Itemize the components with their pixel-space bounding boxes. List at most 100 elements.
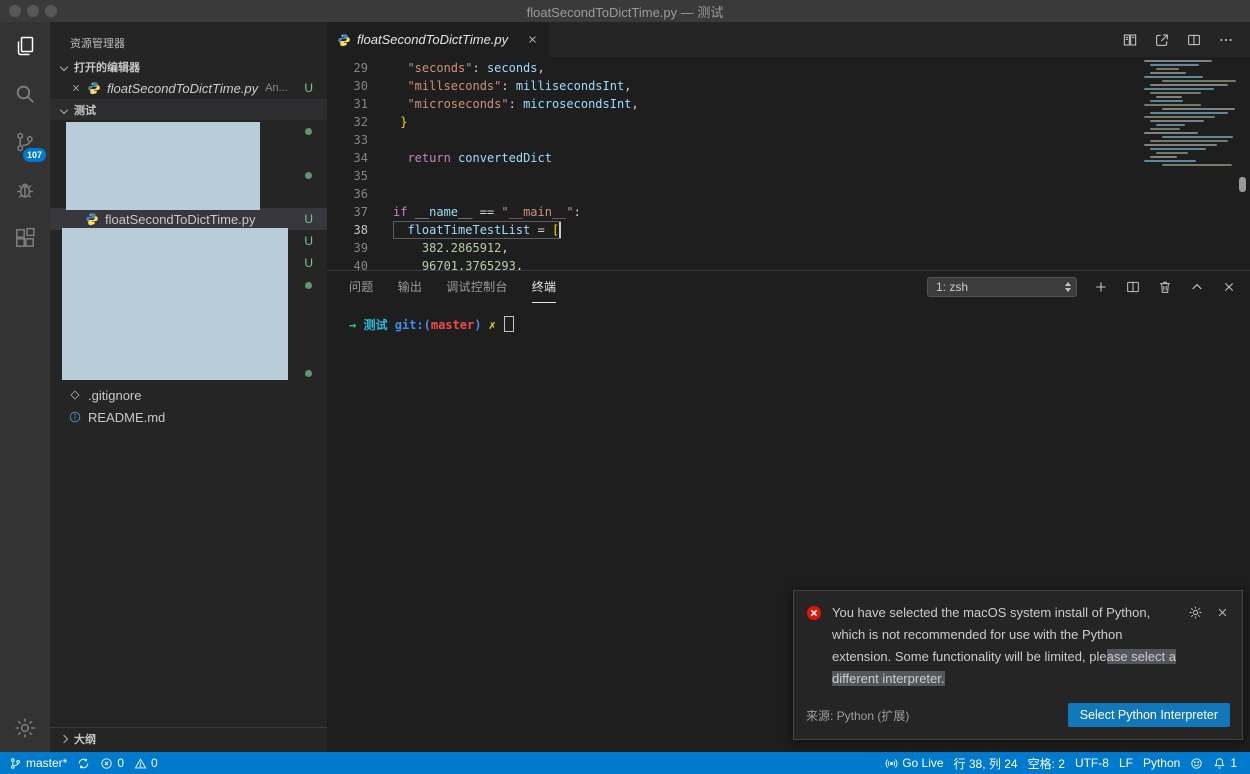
status-cursor-position[interactable]: 行 38, 列 24 bbox=[949, 752, 1023, 774]
status-eol[interactable]: LF bbox=[1114, 752, 1138, 774]
line-number: 39 bbox=[353, 241, 368, 255]
info-icon bbox=[68, 410, 82, 424]
more-actions-icon[interactable] bbox=[1218, 32, 1234, 48]
git-status-untracked: U bbox=[304, 212, 313, 226]
status-go-live[interactable]: Go Live bbox=[880, 752, 948, 774]
terminal-select-value: 1: zsh bbox=[936, 280, 969, 294]
panel-tab-output[interactable]: 输出 bbox=[398, 271, 423, 303]
open-changes-icon[interactable] bbox=[1122, 32, 1138, 48]
status-bar: master* 0 0 Go Live 行 38, 列 24 空格: 2 UTF-8 LF P… bbox=[0, 752, 1250, 774]
prompt-segment: git:( bbox=[394, 318, 431, 332]
files-icon bbox=[13, 34, 37, 58]
activity-search[interactable] bbox=[0, 70, 50, 118]
outline-header[interactable]: 大纲 bbox=[50, 727, 327, 749]
plus-icon[interactable] bbox=[1093, 279, 1109, 295]
diamond-icon bbox=[68, 388, 82, 402]
select-python-interpreter-button[interactable]: Select Python Interpreter bbox=[1067, 703, 1230, 727]
error-icon bbox=[806, 605, 822, 621]
tree-item-floatSecondToDictTime.py[interactable]: floatSecondToDictTime.py U bbox=[50, 208, 327, 230]
notification-message: You have selected the macOS system insta… bbox=[832, 602, 1184, 690]
text-cursor bbox=[559, 222, 561, 238]
chevron-up-icon[interactable] bbox=[1189, 279, 1205, 295]
status-git-branch[interactable]: master* bbox=[4, 752, 72, 774]
warning-icon bbox=[134, 757, 147, 770]
tree-item-.gitignore[interactable]: .gitignore bbox=[50, 384, 327, 406]
notification-close-icon[interactable] bbox=[1215, 605, 1230, 620]
status-label: Go Live bbox=[902, 756, 944, 770]
close-window-button[interactable] bbox=[9, 5, 21, 17]
status-notifications[interactable]: 1 bbox=[1208, 752, 1242, 774]
close-icon[interactable] bbox=[1221, 279, 1237, 295]
tree-item-README.md[interactable]: README.md bbox=[50, 406, 327, 428]
bell-icon bbox=[1213, 757, 1226, 770]
activity-extensions[interactable] bbox=[0, 214, 50, 262]
minimize-window-button[interactable] bbox=[27, 5, 39, 17]
status-label: Python bbox=[1142, 756, 1181, 770]
status-label: 0 bbox=[151, 756, 158, 770]
code-editor[interactable]: 29 "seconds": seconds, 30 "millseconds": … bbox=[327, 57, 1250, 270]
notification-toast: You have selected the macOS system insta… bbox=[793, 590, 1243, 740]
activity-settings[interactable] bbox=[0, 704, 50, 752]
line-number: 29 bbox=[353, 61, 368, 75]
status-feedback[interactable] bbox=[1185, 752, 1208, 774]
activity-source-control[interactable]: 107 bbox=[0, 118, 50, 166]
minimap[interactable] bbox=[1140, 60, 1236, 168]
notification-settings-icon[interactable] bbox=[1188, 605, 1203, 620]
redacted-region bbox=[62, 228, 288, 380]
git-modified-dot bbox=[305, 171, 312, 179]
open-editor-path: An... bbox=[265, 82, 288, 94]
debug-icon bbox=[13, 178, 37, 202]
smiley-icon bbox=[1190, 757, 1203, 770]
python-icon bbox=[85, 212, 99, 226]
folder-header[interactable]: 测试 bbox=[50, 99, 327, 120]
terminal-content[interactable]: → 测试 git:(master) ✗ bbox=[327, 303, 1250, 333]
panel-tab-problems[interactable]: 问题 bbox=[349, 271, 374, 303]
redacted-region bbox=[66, 122, 260, 210]
trash-icon[interactable] bbox=[1157, 279, 1173, 295]
zoom-window-button[interactable] bbox=[45, 5, 57, 17]
close-tab-icon[interactable] bbox=[526, 33, 539, 46]
open-editor-item[interactable]: floatSecondToDictTime.py An... U bbox=[50, 77, 327, 99]
chevron-right-icon bbox=[59, 734, 69, 743]
git-modified-dot bbox=[305, 127, 312, 135]
sidebar-title: 资源管理器 bbox=[70, 38, 125, 50]
status-errors[interactable]: 0 bbox=[95, 752, 129, 774]
file-name: .gitignore bbox=[88, 387, 142, 403]
panel-tab-terminal[interactable]: 终端 bbox=[531, 271, 557, 303]
status-label: 1 bbox=[1230, 756, 1237, 770]
status-label: 行 38, 列 24 bbox=[953, 756, 1018, 771]
scrollbar-handle[interactable] bbox=[1239, 177, 1246, 192]
open-editors-header[interactable]: 打开的编辑器 bbox=[50, 56, 327, 77]
open-editors-label: 打开的编辑器 bbox=[74, 61, 140, 74]
window-title: floatSecondToDictTime.py — 测试 bbox=[526, 4, 724, 20]
error-icon bbox=[100, 757, 113, 770]
python-icon bbox=[87, 81, 101, 95]
line-number: 38 bbox=[353, 223, 368, 237]
open-preview-icon[interactable] bbox=[1154, 32, 1170, 48]
git-status-untracked: U bbox=[304, 234, 313, 248]
terminal-select[interactable]: 1: zsh bbox=[927, 277, 1077, 297]
status-encoding[interactable]: UTF-8 bbox=[1070, 752, 1114, 774]
folder-label: 测试 bbox=[74, 104, 96, 117]
status-warnings[interactable]: 0 bbox=[129, 752, 163, 774]
panel-tab-debug-console[interactable]: 调试控制台 bbox=[446, 271, 508, 303]
split-terminal-icon[interactable] bbox=[1125, 279, 1141, 295]
status-label: UTF-8 bbox=[1074, 756, 1109, 770]
activity-explorer[interactable] bbox=[0, 22, 50, 70]
tab-floatSecondToDictTime.py[interactable]: floatSecondToDictTime.py bbox=[327, 22, 549, 57]
code-line-31: 31 "microseconds": microsecondsInt, bbox=[327, 95, 1250, 113]
prompt-segment bbox=[481, 318, 488, 332]
open-editor-label: floatSecondToDictTime.py bbox=[107, 80, 259, 96]
line-number: 31 bbox=[353, 97, 368, 111]
activity-bar: 107 bbox=[0, 22, 50, 752]
status-language-mode[interactable]: Python bbox=[1138, 752, 1185, 774]
status-sync[interactable] bbox=[72, 752, 95, 774]
vscode-window: floatSecondToDictTime.py — 测试 107 资源管理器 … bbox=[0, 0, 1250, 774]
activity-run-debug[interactable] bbox=[0, 166, 50, 214]
chevron-down-icon bbox=[59, 62, 69, 71]
close-icon[interactable] bbox=[70, 82, 82, 94]
outline-label: 大纲 bbox=[74, 733, 96, 746]
split-editor-icon[interactable] bbox=[1186, 32, 1202, 48]
file-name: floatSecondToDictTime.py bbox=[105, 211, 256, 227]
status-indentation[interactable]: 空格: 2 bbox=[1023, 752, 1070, 774]
